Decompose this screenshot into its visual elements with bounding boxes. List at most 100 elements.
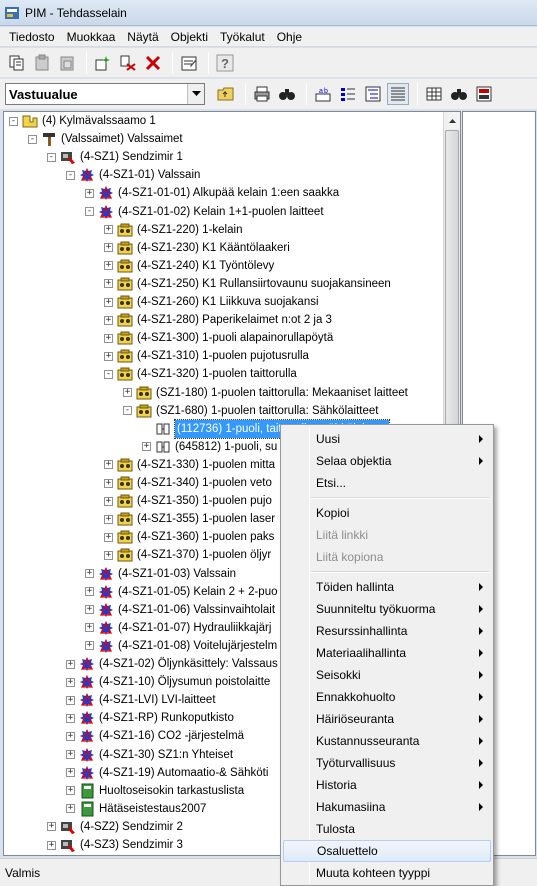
tree-node[interactable]: + (4-SZ1-01-05) Kelain 2 + 2-puo xyxy=(85,583,278,601)
menu-item-kopioi[interactable]: Kopioi xyxy=(283,502,491,524)
expand-toggle[interactable]: + xyxy=(85,188,94,198)
collapse-toggle[interactable]: - xyxy=(123,406,132,416)
report-icon[interactable] xyxy=(473,83,495,105)
menu-item-seisokki[interactable]: Seisokki xyxy=(283,664,491,686)
menu-item-ennakkohuolto[interactable]: Ennakkohuolto xyxy=(283,686,491,708)
tree-node[interactable]: + Hätäseistestaus2007 xyxy=(66,800,206,818)
tree-node[interactable]: + (4-SZ1-RP) Runkoputkisto xyxy=(66,709,234,727)
tree-node[interactable]: + (4-SZ1-01-01) Alkupää kelain 1:een saak… xyxy=(85,184,339,202)
tree-node[interactable]: + (4-SZ1-19) Automaatio-& Sähköti xyxy=(66,764,268,782)
expand-toggle[interactable]: + xyxy=(66,731,75,741)
delete-icon[interactable] xyxy=(142,52,164,74)
expand-toggle[interactable]: + xyxy=(104,261,113,271)
menu-item-resurssinhallinta[interactable]: Resurssinhallinta xyxy=(283,620,491,642)
tree-node[interactable]: + (4-SZ1-01-06) Valssinvaihtolait xyxy=(85,601,275,619)
tree-node[interactable]: + (4-SZ1-300) 1-puoli alapainorullapöytä xyxy=(104,329,333,347)
properties-icon[interactable] xyxy=(178,52,200,74)
menu-item-uusi[interactable]: Uusi xyxy=(283,428,491,450)
list-view-icon[interactable] xyxy=(337,83,359,105)
expand-toggle[interactable]: + xyxy=(104,243,113,253)
tree-node[interactable]: + (4-SZ1-10) Öljysumun poistolaitte xyxy=(66,673,270,691)
tree-node[interactable]: + (4-SZ1-350) 1-puolen pujo xyxy=(104,492,272,510)
collapse-toggle[interactable]: - xyxy=(47,152,56,162)
tree-node[interactable]: - (4-SZ1-01) Valssain xyxy=(66,166,200,184)
expand-toggle[interactable]: + xyxy=(104,333,113,343)
expand-toggle[interactable]: + xyxy=(104,514,113,524)
menu-nayta[interactable]: Näytä xyxy=(121,30,164,44)
expand-toggle[interactable]: + xyxy=(66,786,75,796)
tree-node[interactable]: + Huoltoseisokin tarkastuslista xyxy=(66,782,244,800)
expand-toggle[interactable]: + xyxy=(104,225,113,235)
expand-toggle[interactable]: + xyxy=(66,713,75,723)
new-object-icon[interactable] xyxy=(92,52,114,74)
copy-icon[interactable] xyxy=(6,52,28,74)
expand-toggle[interactable]: + xyxy=(104,279,113,289)
expand-toggle[interactable]: + xyxy=(104,478,113,488)
expand-toggle[interactable]: + xyxy=(104,460,113,470)
menu-muokkaa[interactable]: Muokkaa xyxy=(61,30,122,44)
menu-item-kustannusseuranta[interactable]: Kustannusseuranta xyxy=(283,730,491,752)
view-mode-select[interactable]: Vastuualue xyxy=(5,83,205,105)
expand-toggle[interactable]: + xyxy=(66,750,75,759)
menu-tyokalut[interactable]: Työkalut xyxy=(214,30,271,44)
remove-link-icon[interactable] xyxy=(117,52,139,74)
tree-node[interactable]: + (SZ1-180) 1-puolen taittorulla: Mekaani… xyxy=(123,384,408,402)
expand-toggle[interactable]: + xyxy=(104,315,113,325)
search-icon[interactable] xyxy=(448,83,470,105)
tree-node[interactable]: + (4-SZ1-LVI) LVI-laitteet xyxy=(66,691,216,709)
collapse-toggle[interactable]: - xyxy=(9,116,18,126)
collapse-toggle[interactable]: - xyxy=(104,369,113,379)
expand-toggle[interactable]: + xyxy=(66,768,75,778)
tree-node[interactable]: - (4) Kylmävalssaamo 1 xyxy=(9,112,156,130)
expand-toggle[interactable]: + xyxy=(85,605,94,615)
menu-item-osaluettelo[interactable]: Osaluettelo xyxy=(283,840,491,862)
tree-node[interactable]: + (4-SZ1-250) K1 Rullansiirtovaunu suojak… xyxy=(104,275,391,293)
binoculars-icon[interactable] xyxy=(276,83,298,105)
tree-node[interactable]: - (4-SZ1) Sendzimir 1 xyxy=(47,148,183,166)
menu-tiedosto[interactable]: Tiedosto xyxy=(0,30,61,44)
tree-node[interactable]: + (4-SZ1-240) K1 Työntölevy xyxy=(104,257,274,275)
menu-item-muuta-kohteen-tyyppi[interactable]: Muuta kohteen tyyppi xyxy=(283,862,491,884)
expand-toggle[interactable]: + xyxy=(123,388,132,397)
expand-toggle[interactable]: + xyxy=(66,695,75,705)
help-icon[interactable]: ? xyxy=(214,52,236,74)
chevron-down-icon[interactable] xyxy=(187,84,204,104)
tree-node[interactable]: - (SZ1-680) 1-puolen taittorulla: Sähköla… xyxy=(123,402,378,420)
menu-item-työturvallisuus[interactable]: Työturvallisuus xyxy=(283,752,491,774)
tree-node[interactable]: + (4-SZ1-01-03) Valssain xyxy=(85,565,236,583)
expand-toggle[interactable]: + xyxy=(85,569,94,578)
expand-toggle[interactable]: + xyxy=(104,351,113,361)
tree-node[interactable]: + (4-SZ1-01-07) Hydrauliikkajärj xyxy=(85,619,271,637)
detail-view-icon[interactable] xyxy=(387,83,409,105)
tree-node[interactable]: +(4-VHP) Valssihiomot & leikkurilaitte xyxy=(47,854,263,855)
expand-toggle[interactable]: + xyxy=(104,532,113,542)
tree-node[interactable]: + (4-SZ1-01-08) Voitelujärjestelm xyxy=(85,637,277,655)
menu-objekti[interactable]: Objekti xyxy=(165,30,214,44)
tree-node[interactable]: + (4-SZ1-310) 1-puolen pujotusrulla xyxy=(104,347,309,365)
expand-toggle[interactable]: + xyxy=(66,677,75,687)
tree-node[interactable]: + (4-SZ1-280) Paperikelaimet n:ot 2 ja 3 xyxy=(104,311,332,329)
tree-view-icon[interactable] xyxy=(362,83,384,105)
collapse-toggle[interactable]: - xyxy=(85,207,94,216)
tree-node[interactable]: + (645812) 1-puoli, su xyxy=(142,438,277,456)
menu-item-materiaalihallinta[interactable]: Materiaalihallinta xyxy=(283,642,491,664)
sort-icon[interactable]: ab xyxy=(312,83,334,105)
menu-item-etsi[interactable]: Etsi... xyxy=(283,472,491,494)
expand-toggle[interactable]: + xyxy=(66,659,75,669)
expand-toggle[interactable]: + xyxy=(85,623,94,633)
expand-toggle[interactable]: + xyxy=(104,297,113,307)
tree-node[interactable]: + (4-SZ1-370) 1-puolen öljyr xyxy=(104,546,271,564)
tree-node[interactable]: + (4-SZ1-220) 1-kelain xyxy=(104,221,242,239)
tree-node[interactable]: + (4-SZ1-360) 1-puolen paks xyxy=(104,528,274,546)
menu-item-selaa-objektia[interactable]: Selaa objektia xyxy=(283,450,491,472)
tree-node[interactable]: - (4-SZ1-01-02) Kelain 1+1-puolen laittee… xyxy=(85,203,324,221)
paste-link-icon[interactable] xyxy=(31,52,53,74)
menu-item-liitä-kopiona[interactable]: Liitä kopiona xyxy=(283,546,491,568)
expand-toggle[interactable]: + xyxy=(104,550,113,560)
expand-toggle[interactable]: + xyxy=(104,496,113,506)
tree-node[interactable]: + (4-SZ1-16) CO2 -järjestelmä xyxy=(66,727,244,745)
tree-node[interactable]: - (Valssaimet) Valssaimet xyxy=(28,130,183,148)
tree-node[interactable]: + (4-SZ1-260) K1 Liikkuva suojakansi xyxy=(104,293,319,311)
paste-copy-icon[interactable] xyxy=(56,52,78,74)
menu-item-häiriöseuranta[interactable]: Häiriöseuranta xyxy=(283,708,491,730)
